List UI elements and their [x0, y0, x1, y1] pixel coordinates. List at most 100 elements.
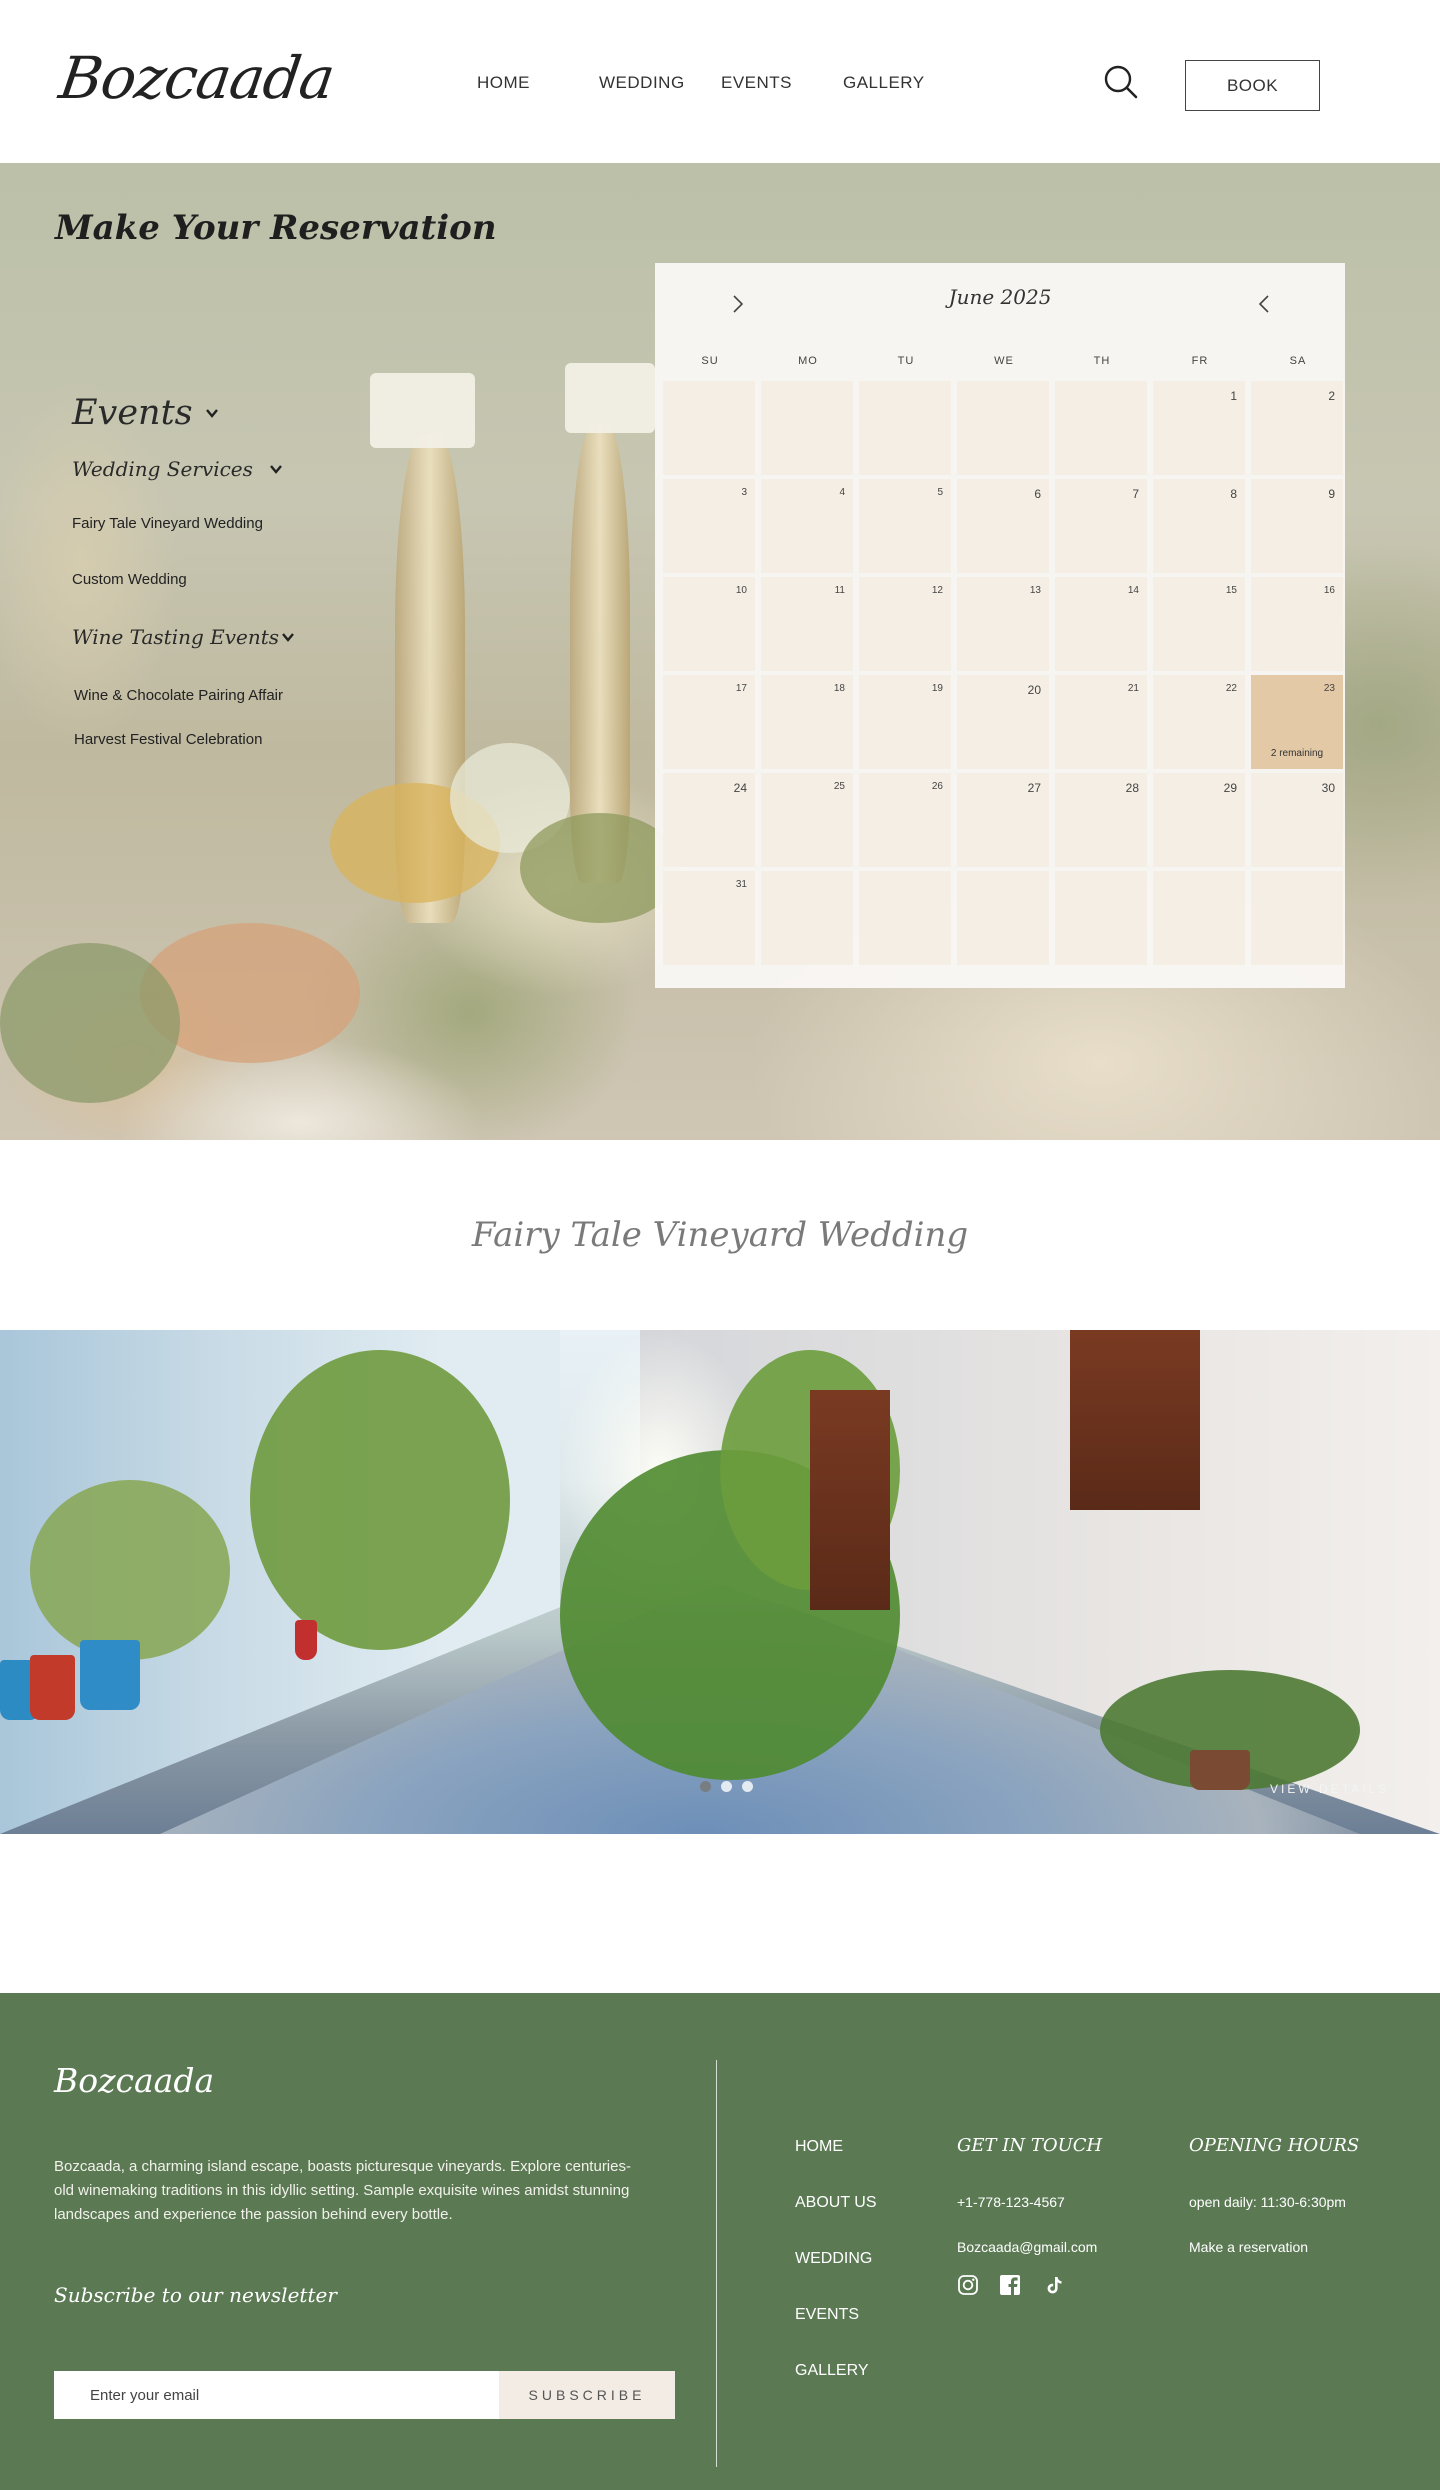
weekday-label: TH — [1093, 355, 1111, 367]
calendar-day[interactable]: 13 — [957, 577, 1049, 671]
day-number: 15 — [1225, 585, 1237, 596]
calendar-empty-cell — [761, 381, 853, 475]
chevron-down-icon — [205, 409, 218, 418]
day-number: 17 — [735, 683, 747, 694]
calendar-day[interactable]: 14 — [1055, 577, 1147, 671]
calendar-day[interactable]: 6 — [957, 479, 1049, 573]
search-icon[interactable] — [1103, 64, 1139, 100]
foliage-decoration — [30, 1480, 230, 1660]
calendar-day[interactable]: 30 — [1251, 773, 1343, 867]
calendar-day[interactable]: 20 — [957, 675, 1049, 769]
nav-gallery[interactable]: GALLERY — [843, 73, 925, 93]
day-number: 28 — [1125, 781, 1139, 795]
slider-dot[interactable] — [742, 1781, 753, 1792]
menu-item-wine-chocolate[interactable]: Wine & Chocolate Pairing Affair — [74, 687, 283, 704]
calendar-day[interactable]: 2 — [1251, 381, 1343, 475]
footer-link-gallery[interactable]: GALLERY — [795, 2362, 877, 2383]
calendar-day[interactable]: 9 — [1251, 479, 1343, 573]
calendar-empty-cell — [1153, 871, 1245, 965]
window-shutter — [810, 1390, 890, 1610]
slider-dot[interactable] — [721, 1781, 732, 1792]
calendar-day[interactable]: 4 — [761, 479, 853, 573]
footer-link-events[interactable]: EVENTS — [795, 2306, 877, 2327]
view-details-link[interactable]: VIEW DETAILS — [1270, 1782, 1389, 1796]
day-number: 30 — [1321, 781, 1335, 795]
calendar-day[interactable]: 29 — [1153, 773, 1245, 867]
calendar-day[interactable]: 15 — [1153, 577, 1245, 671]
day-number: 11 — [834, 585, 845, 596]
chevron-left-icon[interactable] — [1251, 291, 1277, 317]
events-dropdown[interactable]: Events — [72, 393, 372, 433]
calendar-day[interactable]: 26 — [859, 773, 951, 867]
contact-email[interactable]: Bozcaada@gmail.com — [957, 2239, 1097, 2255]
weekday-label: SA — [1289, 355, 1307, 367]
wedding-services-dropdown[interactable]: Wedding Services — [72, 457, 283, 481]
day-number: 20 — [1027, 683, 1041, 697]
facebook-icon[interactable] — [999, 2274, 1021, 2296]
footer-link-about[interactable]: ABOUT US — [795, 2194, 877, 2215]
nav-events[interactable]: EVENTS — [721, 73, 792, 93]
newsletter-title: Subscribe to our newsletter — [54, 2283, 337, 2307]
day-number: 27 — [1027, 781, 1041, 795]
day-number: 24 — [733, 781, 747, 795]
make-reservation-link[interactable]: Make a reservation — [1189, 2239, 1308, 2255]
calendar-day[interactable]: 23 2 remaining — [1251, 675, 1343, 769]
nav-home[interactable]: HOME — [477, 73, 530, 93]
calendar-empty-cell — [663, 381, 755, 475]
calendar-day[interactable]: 7 — [1055, 479, 1147, 573]
contact-phone[interactable]: +1-778-123-4567 — [957, 2194, 1065, 2210]
day-number: 1 — [1230, 389, 1237, 403]
footer-link-home[interactable]: HOME — [795, 2138, 877, 2159]
calendar-day[interactable]: 31 — [663, 871, 755, 965]
nav-wedding[interactable]: WEDDING — [599, 73, 685, 93]
calendar-day[interactable]: 17 — [663, 675, 755, 769]
calendar-day[interactable]: 8 — [1153, 479, 1245, 573]
calendar-day[interactable]: 18 — [761, 675, 853, 769]
menu-item-harvest-festival[interactable]: Harvest Festival Celebration — [74, 731, 262, 748]
events-label: Events — [72, 393, 193, 433]
slider-dot[interactable] — [700, 1781, 711, 1792]
calendar-empty-cell — [1055, 381, 1147, 475]
calendar-weekdays: SU MO TU WE TH FR SA — [663, 355, 1345, 373]
calendar-day[interactable]: 24 — [663, 773, 755, 867]
instagram-icon[interactable] — [957, 2274, 979, 2296]
flower-pot — [295, 1620, 317, 1660]
footer-divider — [716, 2060, 717, 2467]
wine-tasting-dropdown[interactable]: Wine Tasting Events — [72, 625, 295, 649]
subscribe-button[interactable]: SUBSCRIBE — [499, 2371, 675, 2419]
weekday-label: SU — [701, 355, 719, 367]
tiktok-icon[interactable] — [1043, 2274, 1065, 2296]
window-shutter — [1070, 1330, 1200, 1510]
calendar-day[interactable]: 25 — [761, 773, 853, 867]
reservation-title: Make Your Reservation — [55, 208, 497, 248]
footer-logo: Bozcaada — [54, 2061, 215, 2100]
weekday-label: TU — [897, 355, 915, 367]
foliage-decoration — [250, 1350, 510, 1650]
calendar-day[interactable]: 10 — [663, 577, 755, 671]
calendar-day[interactable]: 3 — [663, 479, 755, 573]
candle-decoration — [565, 363, 655, 433]
candle-decoration — [370, 373, 475, 448]
event-menu: Events Wedding Services Fairy Tale Viney… — [72, 393, 372, 748]
menu-item-custom-wedding[interactable]: Custom Wedding — [72, 571, 187, 588]
footer-link-wedding[interactable]: WEDDING — [795, 2250, 877, 2271]
menu-item-fairy-tale-wedding[interactable]: Fairy Tale Vineyard Wedding — [72, 515, 263, 532]
calendar-day[interactable]: 16 — [1251, 577, 1343, 671]
calendar-empty-cell — [1251, 871, 1343, 965]
calendar-day[interactable]: 21 — [1055, 675, 1147, 769]
calendar-day[interactable]: 27 — [957, 773, 1049, 867]
calendar-day[interactable]: 1 — [1153, 381, 1245, 475]
calendar-day[interactable]: 5 — [859, 479, 951, 573]
book-button[interactable]: BOOK — [1185, 60, 1320, 111]
calendar-day[interactable]: 12 — [859, 577, 951, 671]
calendar-day[interactable]: 19 — [859, 675, 951, 769]
day-number: 26 — [931, 781, 943, 792]
calendar-empty-cell — [1055, 871, 1147, 965]
calendar-day[interactable]: 11 — [761, 577, 853, 671]
day-number: 10 — [735, 585, 747, 596]
newsletter-email-input[interactable] — [54, 2371, 499, 2419]
calendar-day[interactable]: 22 — [1153, 675, 1245, 769]
day-number: 7 — [1132, 487, 1139, 501]
calendar-day[interactable]: 28 — [1055, 773, 1147, 867]
day-number: 23 — [1323, 683, 1335, 694]
